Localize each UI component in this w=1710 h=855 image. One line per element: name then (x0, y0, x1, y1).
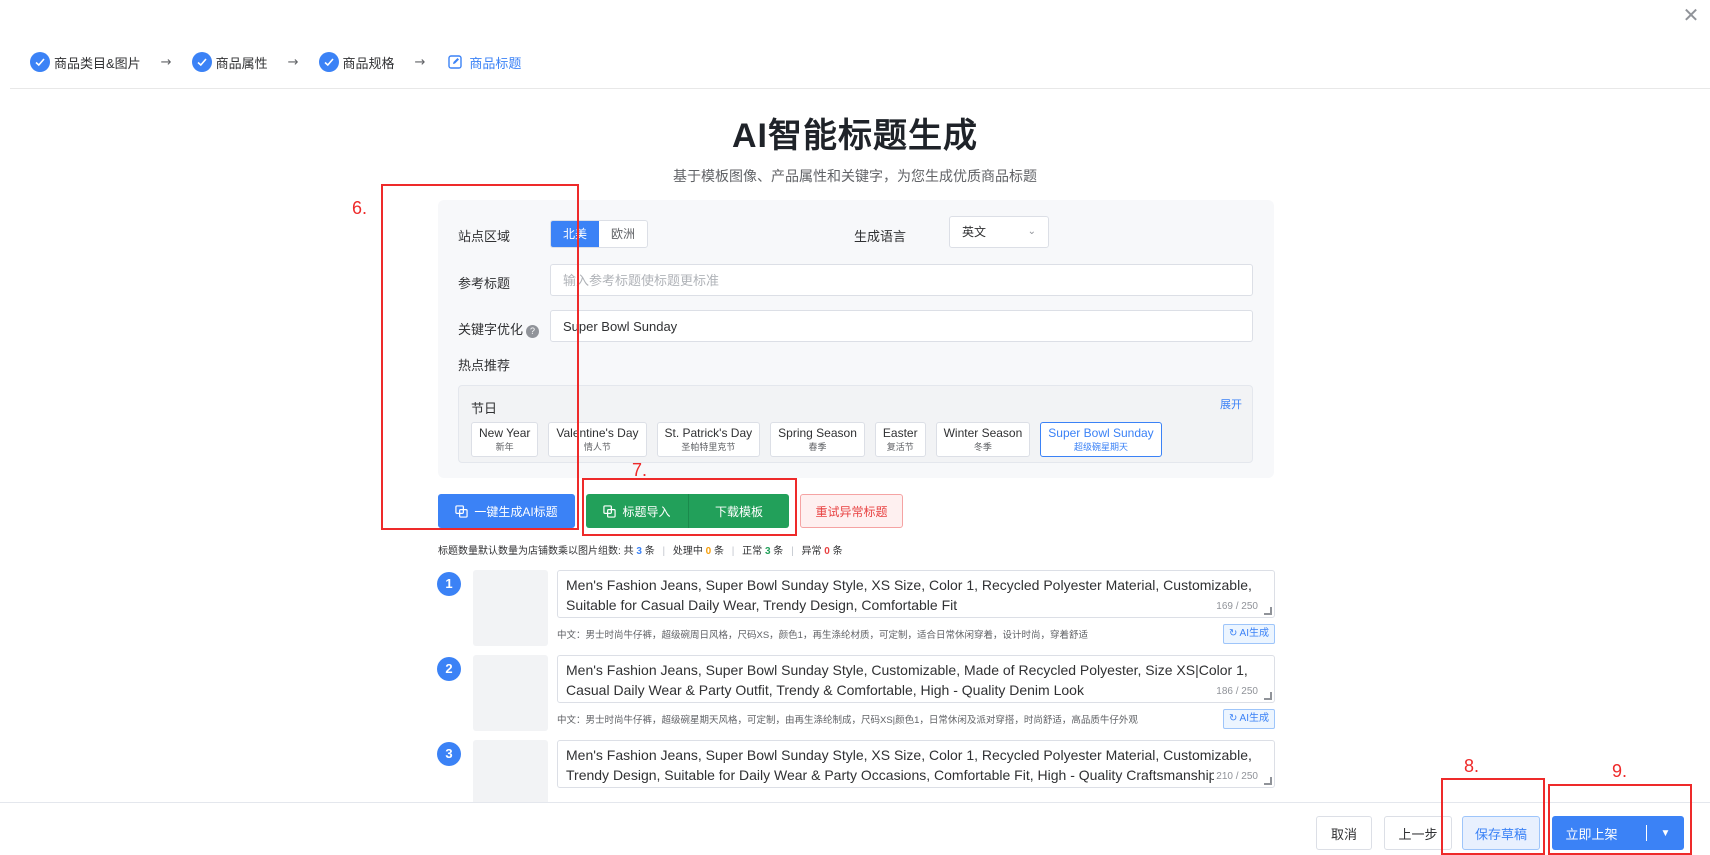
edit-icon (445, 52, 465, 72)
annotation-box (1441, 778, 1545, 855)
ref-title-input[interactable] (550, 264, 1253, 296)
hot-tag-cn: 复活节 (886, 442, 914, 452)
stats-hint: 标题数量默认数量为店铺数乘以图片组数: (438, 546, 621, 557)
step-label: 商品类目&图片 (54, 55, 141, 71)
page-subtitle: 基于模板图像、产品属性和关键字，为您生成优质商品标题 (673, 168, 1037, 184)
language-value: 英文 (962, 225, 987, 239)
title-textarea[interactable]: Men's Fashion Jeans, Super Bowl Sunday S… (557, 570, 1275, 618)
item-index: 1 (437, 572, 461, 596)
hot-tag[interactable]: Winter Season 冬季 (935, 422, 1031, 457)
normal-count: 3 (764, 546, 771, 557)
step-specs[interactable]: 商品规格 (318, 52, 395, 72)
processing-count: 0 (705, 546, 712, 557)
hot-tag-en: Spring Season (778, 426, 857, 440)
cancel-button[interactable]: 取消 (1316, 816, 1372, 850)
total-label: 共 (623, 546, 634, 557)
title-textarea[interactable]: Men's Fashion Jeans, Super Bowl Sunday S… (557, 655, 1275, 703)
chinese-translation: 中文：男士时尚牛仔裤，超级碗星期天风格，可定制，由再生涤纶制成，尺码XS|颜色1… (557, 715, 1138, 726)
check-icon (318, 52, 339, 72)
annotation-box (381, 184, 579, 530)
error-label: 异常 (801, 546, 822, 557)
hot-tag[interactable]: Easter 复活节 (874, 422, 926, 457)
language-select[interactable]: 英文 ⌄ (949, 216, 1049, 248)
list-item: 2 Men's Fashion Jeans, Super Bowl Sunday… (437, 655, 1275, 739)
arrow-right-icon: → (160, 54, 172, 70)
hot-tag-en: Winter Season (943, 426, 1023, 440)
hot-tag-cn: 圣帕特里克节 (681, 442, 736, 452)
check-icon (30, 52, 50, 72)
ai-generate-label: AI生成 (1239, 628, 1269, 639)
annotation-label: 8. (1464, 756, 1480, 776)
list-item: 1 Men's Fashion Jeans, Super Bowl Sunday… (437, 570, 1275, 654)
page-title: AI智能标题生成 (732, 117, 978, 155)
retry-label: 重试异常标题 (815, 504, 888, 519)
resize-handle-icon[interactable] (1264, 777, 1272, 785)
hot-tag-cn: 冬季 (973, 442, 992, 452)
normal-label: 正常 (742, 546, 763, 557)
language-label: 生成语言 (854, 229, 907, 244)
arrow-right-icon: → (414, 54, 426, 70)
annotation-label: 9. (1612, 761, 1628, 781)
annotation-box (582, 478, 797, 536)
check-icon (191, 52, 212, 72)
close-icon[interactable]: ✕ (1680, 4, 1702, 26)
hot-tag-selected[interactable]: Super Bowl Sunday 超级碗星期天 (1040, 422, 1162, 457)
processing-unit: 条 (713, 546, 724, 557)
title-text: Men's Fashion Jeans, Super Bowl Sunday S… (566, 747, 1252, 783)
char-count: 186 / 250 (1214, 682, 1258, 702)
error-count: 0 (824, 546, 830, 557)
product-thumbnail (473, 655, 548, 731)
step-category-images[interactable]: 商品类目&图片 (30, 52, 141, 72)
steps-bar: 商品类目&图片 → 商品属性 → 商品规格 → 商品标题 (30, 50, 521, 74)
hot-tag-en: Easter (882, 426, 918, 440)
normal-unit: 条 (773, 546, 784, 557)
annotation-label: 6. (352, 198, 368, 218)
separator: | (791, 546, 794, 557)
region-option-eu[interactable]: 欧洲 (599, 221, 647, 247)
refresh-icon: ↻ (1228, 628, 1240, 639)
step-label: 商品标题 (469, 55, 522, 71)
processing-label: 处理中 (672, 546, 703, 557)
step-title[interactable]: 商品标题 (445, 52, 521, 72)
char-count: 169 / 250 (1214, 597, 1258, 617)
chevron-down-icon: ⌄ (1027, 226, 1036, 237)
expand-link[interactable]: 展开 (1220, 396, 1242, 412)
separator: | (662, 546, 666, 557)
keyword-input[interactable] (550, 310, 1253, 342)
hot-tag-en: Super Bowl Sunday (1048, 426, 1154, 440)
stats-line: 标题数量默认数量为店铺数乘以图片组数: 共 3 条 | 处理中 0 条 | 正常… (438, 542, 843, 557)
step-label: 商品规格 (342, 55, 395, 71)
item-index: 2 (437, 657, 461, 681)
arrow-right-icon: → (287, 54, 299, 70)
item-index: 3 (437, 742, 461, 766)
retry-failed-button[interactable]: 重试异常标题 (800, 494, 903, 528)
title-text: Men's Fashion Jeans, Super Bowl Sunday S… (566, 577, 1252, 613)
step-attributes[interactable]: 商品属性 (191, 52, 268, 72)
separator: | (731, 546, 735, 557)
resize-handle-icon[interactable] (1264, 607, 1272, 615)
product-thumbnail (473, 570, 548, 646)
total-count: 3 (636, 546, 642, 557)
char-count: 210 / 250 (1214, 767, 1258, 787)
hot-tag[interactable]: Spring Season 春季 (770, 422, 865, 457)
hot-tag-cn: 超级碗星期天 (1073, 442, 1128, 452)
cancel-label: 取消 (1330, 826, 1357, 842)
title-text: Men's Fashion Jeans, Super Bowl Sunday S… (566, 662, 1248, 698)
divider (10, 88, 1710, 89)
hot-tag-cn: 春季 (808, 442, 827, 452)
ai-generate-button[interactable]: ↻ AI生成 (1222, 624, 1275, 644)
ai-generate-label: AI生成 (1239, 713, 1269, 724)
resize-handle-icon[interactable] (1264, 692, 1272, 700)
ai-generate-button[interactable]: ↻ AI生成 (1222, 709, 1275, 729)
annotation-box (1548, 784, 1692, 855)
error-unit: 条 (832, 546, 843, 557)
title-textarea[interactable]: Men's Fashion Jeans, Super Bowl Sunday S… (557, 740, 1275, 788)
refresh-icon: ↻ (1228, 713, 1240, 724)
total-unit: 条 (644, 546, 655, 557)
step-label: 商品属性 (215, 55, 268, 71)
prev-label: 上一步 (1398, 826, 1438, 842)
hot-tag-en: St. Patrick's Day (664, 426, 753, 440)
chinese-translation: 中文：男士时尚牛仔裤，超级碗周日风格，尺码XS，颜色1，再生涤纶材质，可定制，适… (557, 630, 1088, 641)
hot-tag[interactable]: St. Patrick's Day 圣帕特里克节 (656, 422, 761, 457)
